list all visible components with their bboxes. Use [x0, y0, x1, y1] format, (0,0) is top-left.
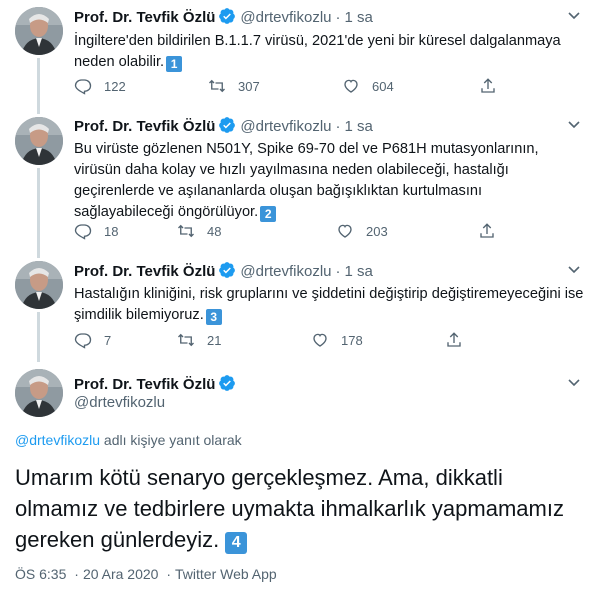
author-handle[interactable]: @drtevfikozlu: [240, 263, 331, 280]
thread-number-badge: 3: [205, 309, 222, 325]
tweet-text-content: İngiltere'den bildirilen B.1.1.7 virüsü,…: [74, 33, 561, 70]
tweet-actions: 18 48 203: [74, 222, 544, 242]
thread-number-badge: 1: [166, 56, 183, 72]
avatar[interactable]: [15, 7, 63, 55]
reply-button[interactable]: 18: [74, 222, 118, 240]
like-count: 604: [372, 78, 394, 94]
share-icon: [481, 78, 495, 93]
retweet-button[interactable]: 307: [208, 77, 260, 95]
share-icon: [480, 223, 494, 238]
like-icon: [344, 79, 358, 93]
separator-dot: ·: [335, 118, 341, 135]
reply-count: 18: [104, 223, 119, 239]
caret-down-icon[interactable]: [564, 117, 584, 137]
retweet-icon: [178, 224, 194, 238]
author-handle[interactable]: @drtevfikozlu: [74, 394, 165, 411]
tweet-actions: 122 307 604: [74, 77, 544, 97]
replying-to-handle-link[interactable]: @drtevfikozlu: [15, 432, 100, 448]
avatar[interactable]: [15, 117, 63, 165]
caret-down-icon[interactable]: [564, 375, 584, 395]
like-button[interactable]: 178: [311, 331, 363, 349]
main-tweet-text: Umarım kötü senaryo gerçekleşmez. Ama, d…: [15, 462, 585, 555]
separator-dot: ·: [335, 263, 341, 280]
tweet-date[interactable]: 20 Ara 2020: [83, 566, 159, 582]
thread-connector-line: [37, 168, 40, 258]
tweet-text-content: Hastalığın kliniğini, risk gruplarını ve…: [74, 286, 584, 323]
share-button[interactable]: [479, 77, 509, 95]
reply-button[interactable]: 122: [74, 77, 126, 95]
like-count: 203: [366, 223, 388, 239]
tweet-time[interactable]: 1 sa: [345, 263, 373, 280]
reply-icon: [74, 79, 92, 95]
author-name-row: Prof. Dr. Tevfik Özlü: [74, 374, 236, 396]
caret-down-icon[interactable]: [564, 8, 584, 28]
author-handle[interactable]: @drtevfikozlu: [240, 118, 331, 135]
thread-number-badge: 4: [225, 532, 248, 554]
retweet-count: 307: [238, 78, 260, 94]
tweet-header: Prof. Dr. Tevfik Özlü @drtevfikozlu · 1 sa: [74, 7, 373, 31]
author-name[interactable]: Prof. Dr. Tevfik Özlü: [74, 376, 215, 393]
tweet-header: Prof. Dr. Tevfik Özlü @drtevfikozlu · 1 sa: [74, 261, 373, 285]
tweet-timestamp[interactable]: ÖS 6:35: [15, 566, 66, 582]
reply-button[interactable]: 7: [74, 331, 111, 349]
tweet-text: Bu virüste gözlenen N501Y, Spike 69-70 d…: [74, 139, 584, 223]
share-button[interactable]: [445, 331, 475, 349]
tweet-header: Prof. Dr. Tevfik Özlü @drtevfikozlu · 1 sa: [74, 116, 373, 140]
verified-badge-icon: [218, 261, 236, 285]
like-button[interactable]: 203: [336, 222, 388, 240]
tweet-text: İngiltere'den bildirilen B.1.1.7 virüsü,…: [74, 31, 584, 73]
replying-to: @drtevfikozlu adlı kişiye yanıt olarak: [15, 432, 242, 448]
reply-count: 122: [104, 78, 126, 94]
avatar[interactable]: [15, 261, 63, 309]
like-icon: [338, 224, 352, 238]
tweet-metadata: ÖS 6:35 · 20 Ara 2020 · Twitter Web App: [15, 566, 277, 582]
like-count: 178: [341, 332, 363, 348]
share-icon: [447, 332, 461, 347]
tweet-time[interactable]: 1 sa: [345, 118, 373, 135]
like-icon: [313, 333, 327, 347]
reply-icon: [74, 333, 92, 349]
reply-count: 7: [104, 332, 112, 348]
retweet-icon: [209, 79, 225, 93]
like-button[interactable]: 604: [342, 77, 394, 95]
separator-dot: ·: [74, 566, 79, 582]
author-name[interactable]: Prof. Dr. Tevfik Özlü: [74, 118, 215, 135]
thread-connector-line: [37, 58, 40, 114]
retweet-button[interactable]: 48: [177, 222, 221, 240]
author-name[interactable]: Prof. Dr. Tevfik Özlü: [74, 263, 215, 280]
retweet-button[interactable]: 21: [177, 331, 221, 349]
tweet-text: Hastalığın kliniğini, risk gruplarını ve…: [74, 284, 584, 326]
tweet-text-content: Bu virüste gözlenen N501Y, Spike 69-70 d…: [74, 141, 539, 220]
separator-dot: ·: [166, 566, 172, 582]
verified-badge-icon: [218, 116, 236, 140]
share-button[interactable]: [478, 222, 508, 240]
author-name[interactable]: Prof. Dr. Tevfik Özlü: [74, 9, 215, 26]
avatar[interactable]: [15, 369, 63, 417]
reply-icon: [74, 224, 92, 240]
author-handle[interactable]: @drtevfikozlu: [240, 9, 331, 26]
thread-number-badge: 2: [260, 206, 277, 222]
replying-to-label: adlı kişiye yanıt olarak: [100, 432, 242, 448]
tweet-time[interactable]: 1 sa: [345, 9, 373, 26]
thread-connector-line: [37, 312, 40, 362]
separator-dot: ·: [335, 9, 341, 26]
caret-down-icon[interactable]: [564, 262, 584, 282]
retweet-count: 21: [207, 332, 222, 348]
tweet-source[interactable]: Twitter Web App: [175, 566, 277, 582]
tweet-actions: 7 21 178: [74, 331, 544, 351]
retweet-count: 48: [207, 223, 222, 239]
verified-badge-icon: [218, 374, 236, 396]
retweet-icon: [178, 333, 194, 347]
main-tweet-text-content: Umarım kötü senaryo gerçekleşmez. Ama, d…: [15, 465, 564, 552]
verified-badge-icon: [218, 7, 236, 31]
